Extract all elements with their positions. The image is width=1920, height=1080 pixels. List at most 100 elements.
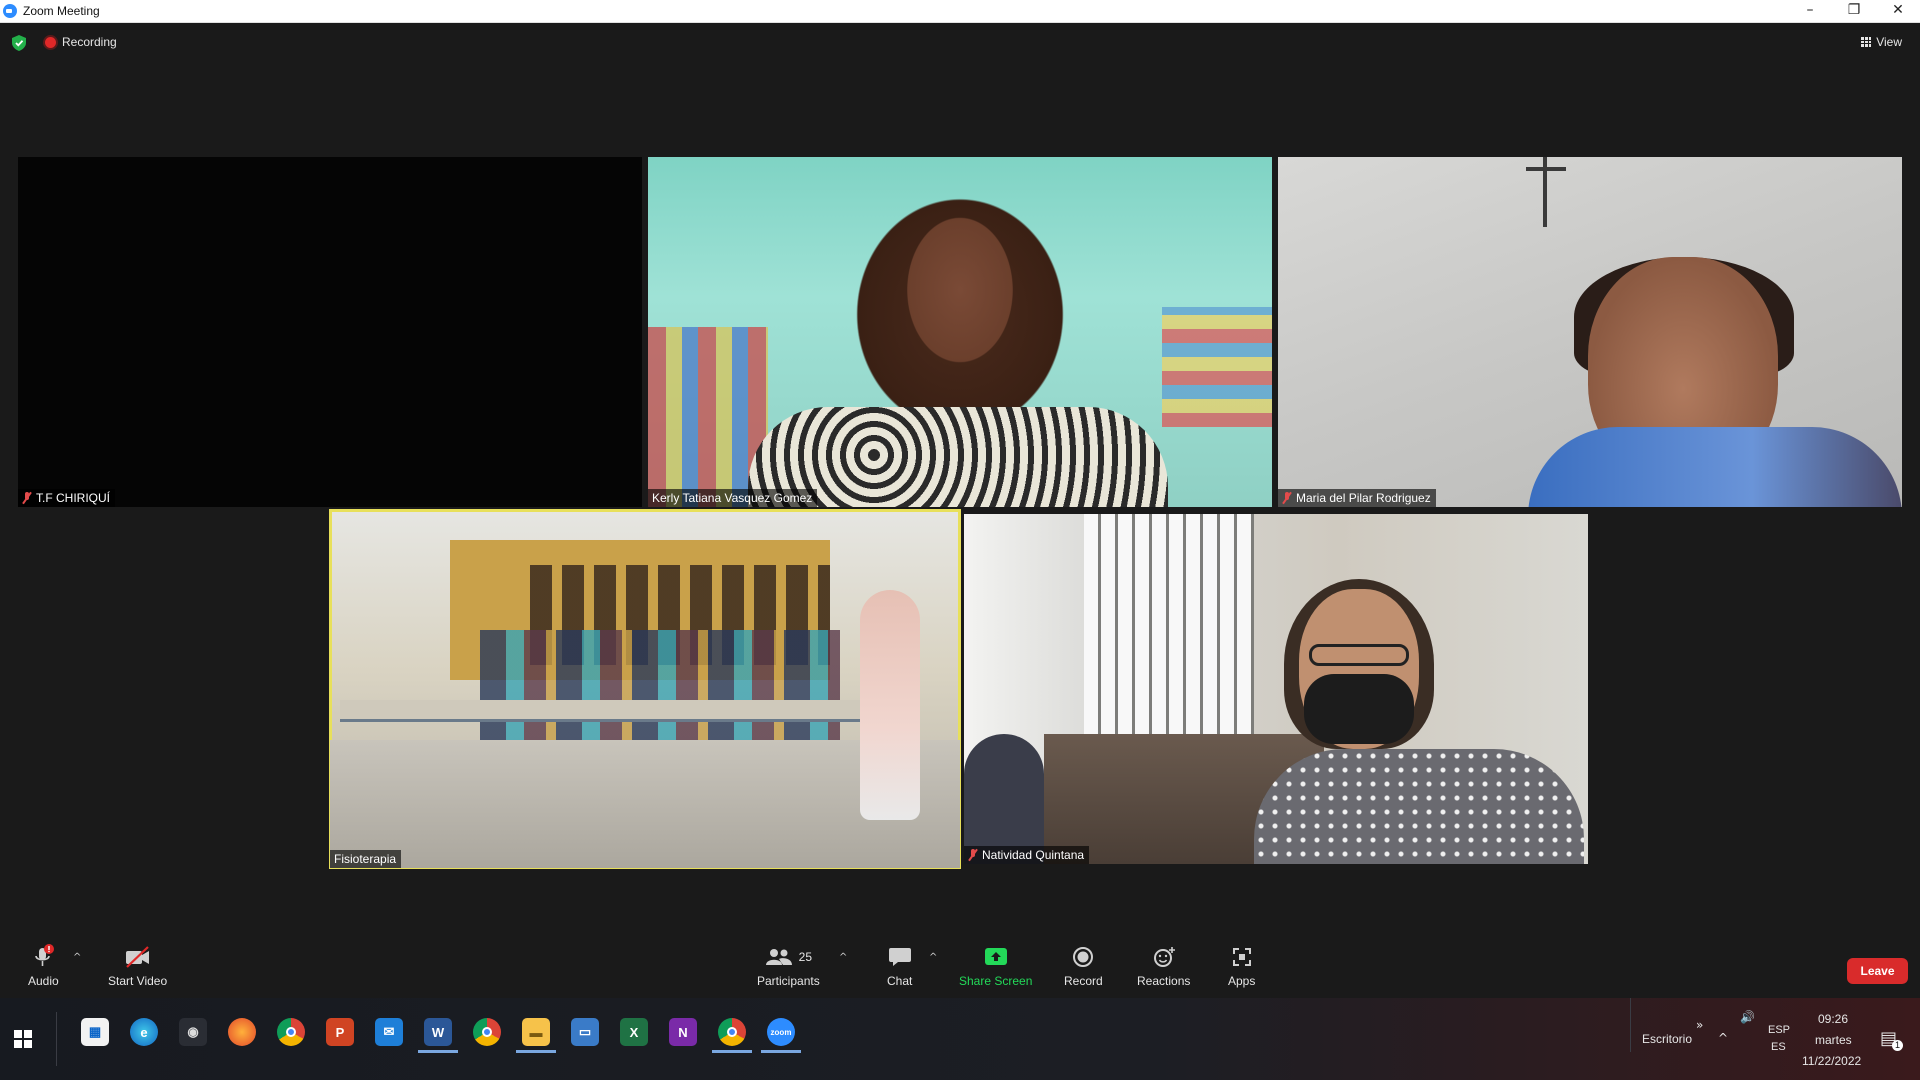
chat-options-caret-icon[interactable]: ^	[929, 952, 937, 963]
participants-button[interactable]: 25 Participants	[757, 944, 820, 988]
grid-view-icon	[1861, 37, 1872, 47]
clock-date[interactable]: 11/22/2022	[1802, 1054, 1861, 1068]
participants-icon: 25	[765, 944, 812, 970]
video-tile-3[interactable]: Maria del Pilar Rodriguez	[1278, 157, 1902, 507]
language-top[interactable]: ESP	[1768, 1024, 1790, 1036]
participant-name: T.F CHIRIQUÍ	[36, 491, 110, 505]
participant-nametag: Natividad Quintana	[964, 846, 1090, 864]
powerpoint-icon[interactable]: P	[326, 1018, 354, 1046]
recording-dot-icon	[45, 36, 56, 48]
window-title: Zoom Meeting	[23, 4, 100, 18]
mic-muted-icon	[22, 492, 32, 504]
microphone-alert-icon	[31, 944, 55, 970]
participants-count: 25	[798, 950, 813, 964]
video-frame-content	[1254, 749, 1584, 864]
chrome-icon[interactable]	[277, 1018, 305, 1046]
onenote-icon[interactable]: N	[669, 1018, 697, 1046]
mic-muted-icon	[968, 849, 978, 861]
zoom-icon[interactable]: zoom	[767, 1018, 795, 1046]
chrome-profile-icon[interactable]	[473, 1018, 501, 1046]
meeting-info-bar: Recording View	[0, 32, 1920, 54]
record-icon	[1072, 944, 1094, 970]
explorer-active-indicator	[516, 1050, 556, 1053]
video-frame-content	[860, 590, 920, 820]
chat-icon	[888, 944, 912, 970]
video-frame-content	[1309, 644, 1409, 666]
zoom-logo-icon	[3, 4, 17, 18]
video-tile-2[interactable]: Kerly Tatiana Vasquez Gomez	[648, 157, 1272, 507]
participant-name: Maria del Pilar Rodriguez	[1296, 491, 1431, 505]
restore-button[interactable]: ❐	[1832, 0, 1876, 22]
encryption-shield-icon[interactable]	[12, 35, 26, 51]
volume-icon[interactable]: 🔊	[1740, 1010, 1755, 1024]
participant-name: Natividad Quintana	[982, 848, 1085, 862]
mail-icon[interactable]: ✉	[375, 1018, 403, 1046]
reactions-button[interactable]: Reactions	[1137, 944, 1190, 988]
participant-nametag: Fisioterapia	[330, 850, 402, 868]
video-frame-content	[1084, 514, 1254, 754]
edge-icon[interactable]: e	[130, 1018, 158, 1046]
apps-label: Apps	[1228, 974, 1256, 988]
tray-divider	[1630, 998, 1631, 1052]
audio-label: Audio	[28, 974, 59, 988]
clock-day[interactable]: martes	[1815, 1033, 1852, 1047]
video-tile-4-active-speaker[interactable]: Fisioterapia	[329, 509, 961, 869]
camera-icon[interactable]: ◉	[179, 1018, 207, 1046]
start-video-button[interactable]: Start Video	[108, 944, 167, 988]
apps-button[interactable]: Apps	[1228, 944, 1255, 988]
video-frame-content	[480, 630, 840, 740]
windows-taskbar: ▦ e ◉ P ✉ W ▬ ▭ X N zoom » Escritorio ^ …	[0, 998, 1920, 1080]
audio-button[interactable]: Audio	[28, 944, 59, 988]
word-icon[interactable]: W	[424, 1018, 452, 1046]
participant-nametag: T.F CHIRIQUÍ	[18, 489, 115, 507]
chat-button[interactable]: Chat	[887, 944, 912, 988]
share-screen-button[interactable]: Share Screen	[959, 944, 1032, 988]
reactions-label: Reactions	[1137, 974, 1191, 988]
desktop-toolbar-label[interactable]: Escritorio	[1642, 1032, 1692, 1046]
excel-icon[interactable]: X	[620, 1018, 648, 1046]
chrome-alt-icon[interactable]	[718, 1018, 746, 1046]
record-button[interactable]: Record	[1064, 944, 1103, 988]
windows-start-icon[interactable]	[14, 1030, 32, 1048]
share-screen-label: Share Screen	[959, 974, 1033, 988]
record-label: Record	[1064, 974, 1103, 988]
remote-desktop-icon[interactable]: ▭	[571, 1018, 599, 1046]
store-icon[interactable]: ▦	[81, 1018, 109, 1046]
meeting-controls: Audio ^ Start Video 25 Participants ^ Ch…	[0, 940, 1920, 998]
language-bottom[interactable]: ES	[1771, 1041, 1786, 1053]
hidden-icons-chevron-icon[interactable]: ^	[1718, 1031, 1728, 1045]
video-frame-content	[1526, 167, 1566, 171]
video-off-icon	[124, 944, 152, 970]
minimize-button[interactable]: –	[1788, 0, 1832, 22]
mic-muted-icon	[1282, 492, 1292, 504]
window-titlebar: Zoom Meeting – ❐ ✕	[0, 0, 1920, 23]
participants-options-caret-icon[interactable]: ^	[839, 952, 847, 963]
show-more-chevron-icon[interactable]: »	[1696, 1018, 1703, 1032]
video-frame-content	[1162, 307, 1272, 427]
view-button[interactable]: View	[1861, 35, 1902, 49]
chrome-active-indicator	[712, 1050, 752, 1053]
zoom-active-indicator	[761, 1050, 801, 1053]
view-label: View	[1876, 35, 1902, 49]
firefox-icon[interactable]	[228, 1018, 256, 1046]
taskbar-divider	[56, 1012, 57, 1066]
apps-icon	[1231, 944, 1253, 970]
word-active-indicator	[418, 1050, 458, 1053]
video-tile-1[interactable]: T.F CHIRIQUÍ	[18, 157, 642, 507]
audio-options-caret-icon[interactable]: ^	[73, 952, 81, 963]
close-button[interactable]: ✕	[1876, 0, 1920, 22]
recording-indicator[interactable]: Recording	[45, 35, 117, 49]
notification-count-badge: 1	[1892, 1040, 1903, 1051]
clock-time[interactable]: 09:26	[1818, 1012, 1848, 1026]
recording-label: Recording	[62, 35, 117, 49]
participant-name: Kerly Tatiana Vasquez Gomez	[652, 491, 813, 505]
video-tile-5[interactable]: Natividad Quintana	[964, 514, 1588, 864]
file-explorer-icon[interactable]: ▬	[522, 1018, 550, 1046]
participants-label: Participants	[757, 974, 820, 988]
leave-button[interactable]: Leave	[1847, 958, 1908, 984]
participant-nametag: Kerly Tatiana Vasquez Gomez	[648, 489, 818, 507]
video-frame-content	[964, 734, 1044, 864]
start-video-label: Start Video	[108, 974, 168, 988]
participant-name: Fisioterapia	[334, 852, 397, 866]
participant-nametag: Maria del Pilar Rodriguez	[1278, 489, 1436, 507]
